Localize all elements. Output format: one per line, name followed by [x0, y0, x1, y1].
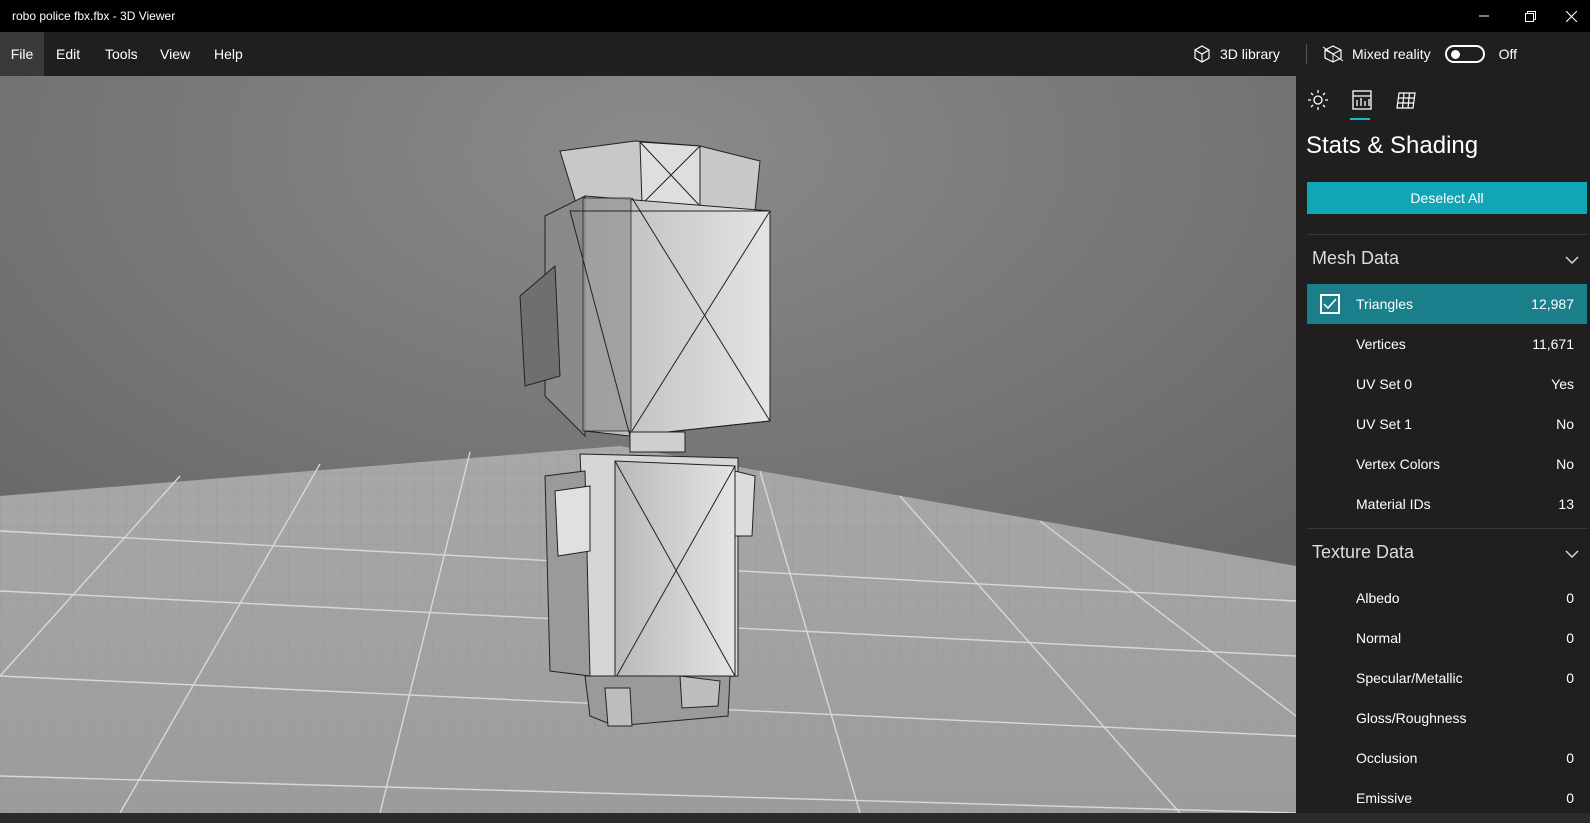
menu-edit[interactable]: Edit — [56, 32, 80, 76]
menu-bar: File Edit Tools View Help 3D library Mix… — [0, 32, 1590, 76]
row-value: 0 — [1566, 590, 1574, 606]
mesh-row-vertex-colors[interactable]: Vertex Colors No — [1307, 444, 1587, 484]
texture-row-gloss-roughness[interactable]: Gloss/Roughness — [1307, 698, 1587, 738]
mesh-row-uv-set-1[interactable]: UV Set 1 No — [1307, 404, 1587, 444]
mesh-data-header[interactable]: Mesh Data — [1312, 248, 1399, 269]
mesh-row-material-ids[interactable]: Material IDs 13 — [1307, 484, 1587, 524]
row-value: 13 — [1558, 496, 1574, 512]
mixed-reality-toggle[interactable] — [1444, 45, 1485, 63]
mesh-row-vertices[interactable]: Vertices 11,671 — [1307, 324, 1587, 364]
panel-title: Stats & Shading — [1306, 132, 1479, 159]
texture-row-normal[interactable]: Normal 0 — [1307, 618, 1587, 658]
mesh-row-uv-set-0[interactable]: UV Set 0 Yes — [1307, 364, 1587, 404]
divider — [1307, 528, 1587, 529]
menu-help[interactable]: Help — [214, 32, 243, 76]
window-title: robo police fbx.fbx - 3D Viewer — [12, 9, 176, 23]
active-tab-indicator — [1350, 118, 1370, 120]
minimize-icon — [1479, 15, 1489, 17]
row-label: Specular/Metallic — [1356, 670, 1463, 686]
3d-viewport[interactable] — [0, 76, 1296, 813]
grid-icon — [1396, 92, 1416, 109]
divider — [1307, 234, 1587, 235]
toolbar-divider — [1306, 44, 1307, 64]
stats-panel: Stats & Shading Deselect All Mesh Data T… — [1296, 76, 1590, 813]
row-value: 0 — [1566, 630, 1574, 646]
checkmark-icon — [1323, 298, 1337, 310]
mixed-reality-control: Mixed reality Off — [1322, 32, 1517, 76]
mesh-row-triangles[interactable]: Triangles 12,987 — [1307, 284, 1587, 324]
mixed-reality-label: Mixed reality — [1352, 46, 1431, 62]
restore-icon — [1524, 10, 1536, 22]
row-label: Gloss/Roughness — [1356, 710, 1467, 726]
row-value: Yes — [1551, 376, 1574, 392]
texture-row-specular-metallic[interactable]: Specular/Metallic 0 — [1307, 658, 1587, 698]
row-label: Vertex Colors — [1356, 456, 1441, 472]
row-label: UV Set 0 — [1356, 376, 1413, 392]
row-label: Triangles — [1356, 296, 1414, 312]
toggle-knob — [1450, 50, 1460, 59]
texture-row-emissive[interactable]: Emissive 0 — [1307, 778, 1587, 813]
tab-stats[interactable] — [1350, 88, 1374, 112]
texture-row-occlusion[interactable]: Occlusion 0 — [1307, 738, 1587, 778]
menu-view[interactable]: View — [160, 32, 190, 76]
tab-grid[interactable] — [1394, 88, 1418, 112]
row-label: Occlusion — [1356, 750, 1418, 766]
texture-row-albedo[interactable]: Albedo 0 — [1307, 578, 1587, 618]
row-label: Vertices — [1356, 336, 1406, 352]
3d-library-label: 3D library — [1220, 46, 1280, 62]
triangles-checkbox[interactable] — [1320, 294, 1340, 314]
mixed-reality-state: Off — [1498, 46, 1518, 62]
title-bar: robo police fbx.fbx - 3D Viewer — [0, 0, 1590, 32]
row-value: 12,987 — [1531, 296, 1574, 312]
chevron-down-icon[interactable] — [1564, 252, 1580, 268]
stats-icon — [1352, 90, 1372, 110]
cube-icon — [1194, 45, 1210, 63]
deselect-all-button[interactable]: Deselect All — [1307, 182, 1587, 214]
row-label: Normal — [1356, 630, 1402, 646]
row-value: 0 — [1566, 750, 1574, 766]
row-value: 0 — [1566, 670, 1574, 686]
row-label: UV Set 1 — [1356, 416, 1413, 432]
tab-lighting[interactable] — [1306, 88, 1330, 112]
close-icon — [1566, 10, 1577, 22]
row-value: No — [1556, 416, 1574, 432]
menu-tools[interactable]: Tools — [105, 32, 138, 76]
row-label: Albedo — [1356, 590, 1400, 606]
bottom-edge — [0, 813, 1590, 823]
row-value: No — [1556, 456, 1574, 472]
scene-canvas[interactable] — [0, 76, 1296, 813]
row-label: Emissive — [1356, 790, 1413, 806]
row-value: 0 — [1566, 790, 1574, 806]
3d-library-button[interactable]: 3D library — [1192, 32, 1280, 76]
menu-file[interactable]: File — [0, 32, 44, 76]
minimize-button[interactable] — [1461, 0, 1507, 32]
row-value: 11,671 — [1532, 336, 1574, 352]
texture-data-header[interactable]: Texture Data — [1312, 542, 1414, 563]
close-button[interactable] — [1553, 0, 1590, 32]
row-label: Material IDs — [1356, 496, 1431, 512]
sun-icon — [1308, 90, 1328, 110]
mixed-reality-icon — [1322, 45, 1344, 63]
restore-button[interactable] — [1507, 0, 1553, 32]
chevron-down-icon[interactable] — [1564, 546, 1580, 562]
